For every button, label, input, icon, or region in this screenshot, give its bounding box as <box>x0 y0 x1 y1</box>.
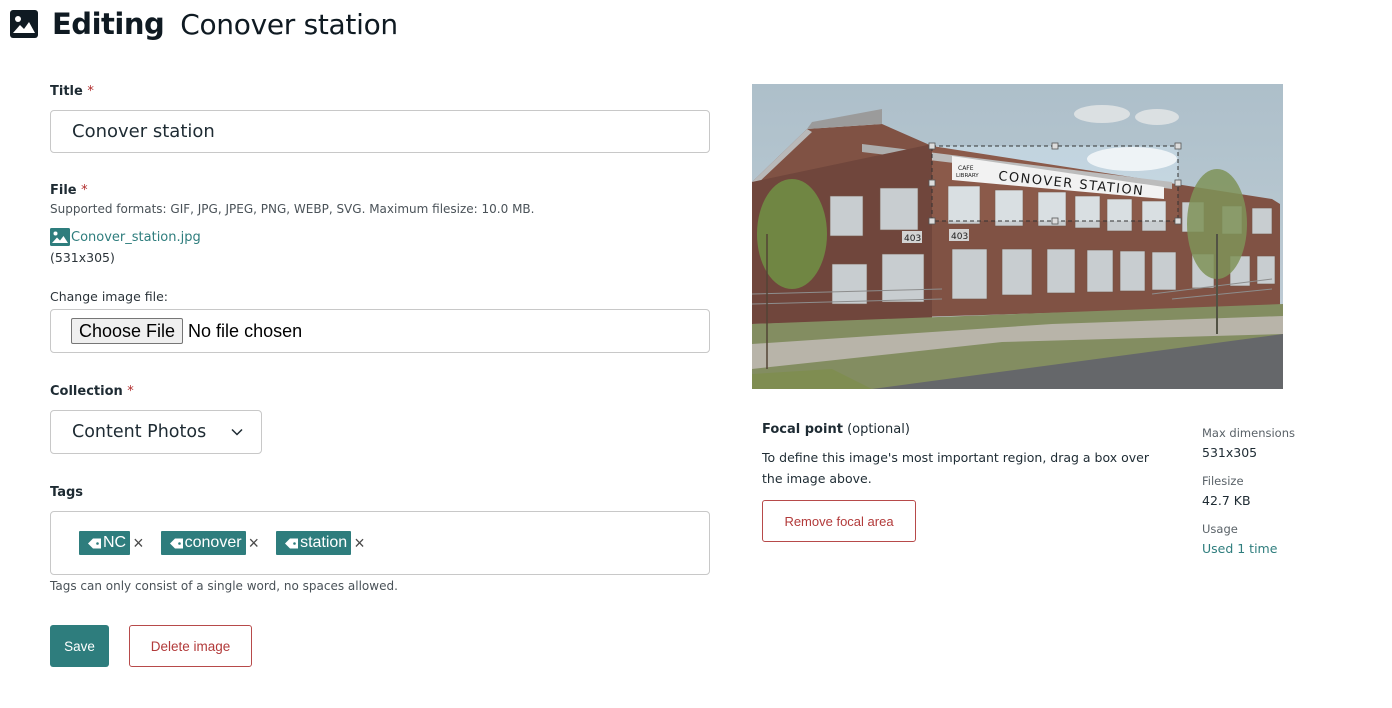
focal-point-heading: Focal point (optional) <box>762 422 910 437</box>
file-field: File * Supported formats: GIF, JPG, JPEG… <box>50 183 710 265</box>
collection-label: Collection * <box>50 384 134 399</box>
tag-item: station × <box>276 531 365 555</box>
page-title: Conover station <box>180 7 398 41</box>
page-header: Editing Conover station <box>10 6 398 42</box>
collection-selected-value: Content Photos <box>72 422 207 442</box>
tag-remove-icon[interactable]: × <box>133 534 144 552</box>
tag-icon <box>285 538 299 548</box>
tags-label: Tags <box>50 485 84 500</box>
filesize-value: 42.7 KB <box>1202 493 1251 508</box>
current-file-link[interactable]: Conover_station.jpg <box>50 228 710 246</box>
focal-handle[interactable] <box>1174 142 1182 150</box>
tag-chip: station <box>276 531 352 555</box>
tag-remove-icon[interactable]: × <box>249 534 260 552</box>
title-input[interactable]: Conover station <box>50 110 710 153</box>
sign-small-top: CAFE <box>958 165 974 172</box>
tags-help-text: Tags can only consist of a single word, … <box>50 579 398 593</box>
focal-handle[interactable] <box>1051 142 1059 150</box>
image-preview[interactable]: CAFE LIBRARY CONOVER STATION 403 403 <box>752 84 1283 389</box>
file-label: File * <box>50 183 88 198</box>
chevron-down-icon <box>231 428 243 436</box>
max-dimensions: Max dimensions 531x305 <box>1202 426 1382 460</box>
focal-handle[interactable] <box>928 179 936 187</box>
file-status: No file chosen <box>188 320 303 341</box>
change-file-field: Change image file: Choose File No file c… <box>50 289 710 353</box>
tags-field: Tags NC × conover × station × Tags can o… <box>50 485 710 593</box>
delete-image-button[interactable]: Delete image <box>129 625 252 667</box>
required-mark: * <box>81 183 88 198</box>
focal-handle[interactable] <box>928 217 936 225</box>
file-help-text: Supported formats: GIF, JPG, JPEG, PNG, … <box>50 202 535 216</box>
tags-input[interactable]: NC × conover × station × <box>50 511 710 575</box>
remove-focal-area-button[interactable]: Remove focal area <box>762 500 916 542</box>
tag-label: NC <box>103 534 127 551</box>
tag-icon <box>88 538 101 548</box>
usage-link[interactable]: Used 1 time <box>1202 541 1382 556</box>
focal-handle[interactable] <box>1174 179 1182 187</box>
change-file-label: Change image file: <box>50 289 168 304</box>
image-meta: Max dimensions 531x305 Filesize 42.7 KB … <box>1202 426 1382 570</box>
tag-icon <box>169 538 183 548</box>
collection-select[interactable]: Content Photos <box>50 410 262 454</box>
focal-point-description: To define this image's most important re… <box>762 450 1149 486</box>
sign-small-bottom: LIBRARY <box>956 173 979 179</box>
focal-handle[interactable] <box>1174 217 1182 225</box>
current-file-name[interactable]: Conover_station.jpg <box>71 230 201 245</box>
title-field: Title * Conover station <box>50 84 710 153</box>
save-button[interactable]: Save <box>50 625 109 667</box>
focal-handle[interactable] <box>1051 217 1059 225</box>
collection-field: Collection * Content Photos <box>50 384 710 454</box>
focal-point-section: Focal point (optional) To define this im… <box>762 422 1162 542</box>
image-edit-form: Title * Conover station File * Supported… <box>50 84 710 667</box>
required-mark: * <box>127 384 134 399</box>
current-file-dimensions: (531x305) <box>50 250 115 265</box>
file-input[interactable]: Choose File No file chosen <box>50 309 710 353</box>
filesize-label: Filesize <box>1202 474 1244 488</box>
tag-label: conover <box>184 534 242 551</box>
form-actions: Save Delete image <box>50 625 710 667</box>
image-icon <box>10 10 38 38</box>
max-dimensions-value: 531x305 <box>1202 445 1258 460</box>
editing-label: Editing <box>52 7 165 41</box>
max-dimensions-label: Max dimensions <box>1202 426 1295 440</box>
preview-photo[interactable]: CAFE LIBRARY CONOVER STATION 403 403 <box>752 84 1283 389</box>
filesize: Filesize 42.7 KB <box>1202 474 1382 508</box>
focal-handle[interactable] <box>928 142 936 150</box>
tag-chip: conover <box>160 531 246 555</box>
usage-label: Usage <box>1202 522 1238 536</box>
tag-label: station <box>300 534 348 551</box>
tag-remove-icon[interactable]: × <box>354 534 365 552</box>
image-icon <box>50 228 70 246</box>
choose-file-button[interactable]: Choose File <box>71 318 184 344</box>
title-label: Title * <box>50 84 94 99</box>
required-mark: * <box>87 84 94 99</box>
usage: Usage Used 1 time <box>1202 522 1382 556</box>
tag-item: NC × <box>79 531 144 555</box>
tag-item: conover × <box>160 531 260 555</box>
tag-chip: NC <box>79 531 131 555</box>
